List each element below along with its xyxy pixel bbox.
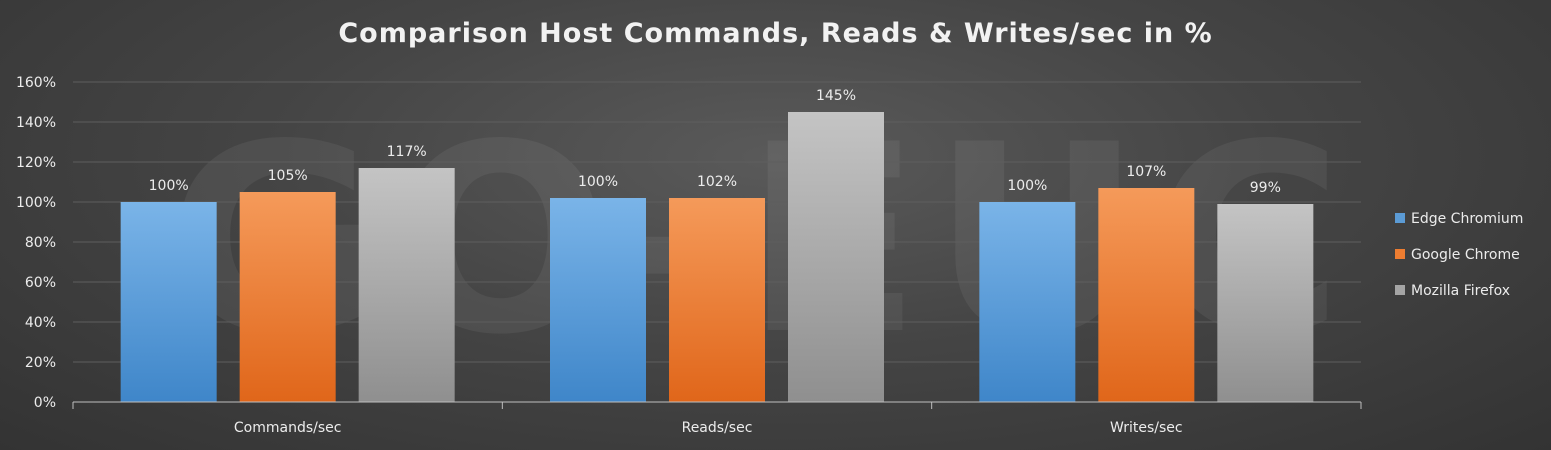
bar-1-2 (1098, 188, 1195, 402)
data-label: 100% (149, 178, 189, 194)
bar-1-1 (669, 198, 765, 402)
bar-2-2 (1217, 204, 1314, 402)
data-label: 117% (387, 144, 427, 160)
bar-2-1 (788, 112, 884, 402)
x-category-label: Writes/sec (1110, 420, 1183, 436)
data-label: 102% (697, 174, 737, 190)
bar-0-0 (120, 202, 217, 402)
legend-swatch (1395, 213, 1405, 223)
data-label: 100% (1007, 178, 1047, 194)
legend-label: Mozilla Firefox (1411, 283, 1510, 299)
legend-label: Google Chrome (1411, 247, 1520, 263)
bar-2-0 (358, 168, 455, 402)
bar-0-1 (550, 198, 646, 402)
legend-swatch (1395, 285, 1405, 295)
y-tick-label: 20% (25, 355, 56, 371)
y-tick-label: 60% (25, 275, 56, 291)
x-category-label: Commands/sec (234, 420, 342, 436)
data-label: 99% (1250, 180, 1281, 196)
y-tick-label: 120% (16, 155, 56, 171)
y-tick-label: 40% (25, 315, 56, 331)
y-tick-label: 100% (16, 195, 56, 211)
data-label: 100% (578, 174, 618, 190)
data-label: 107% (1126, 164, 1166, 180)
chart-plot: GO-EUC 100%105%117%100%102%145%100%107%9… (16, 75, 1523, 436)
chart-title: Comparison Host Commands, Reads & Writes… (338, 18, 1213, 49)
legend-label: Edge Chromium (1411, 211, 1523, 227)
x-category-label: Reads/sec (682, 420, 753, 436)
legend-swatch (1395, 249, 1405, 259)
legend: Edge Chromium Google Chrome Mozilla Firefo… (1395, 211, 1523, 299)
chart-frame: GO-EUC 100%105%117%100%102%145%100%107%9… (0, 0, 1551, 450)
y-tick-label: 140% (16, 115, 56, 131)
y-tick-label: 0% (34, 395, 56, 411)
data-label: 145% (816, 88, 856, 104)
y-tick-label: 80% (25, 235, 56, 251)
bar-0-2 (979, 202, 1076, 402)
y-tick-label: 160% (16, 75, 56, 91)
data-label: 105% (268, 168, 308, 184)
bar-1-0 (239, 192, 336, 402)
